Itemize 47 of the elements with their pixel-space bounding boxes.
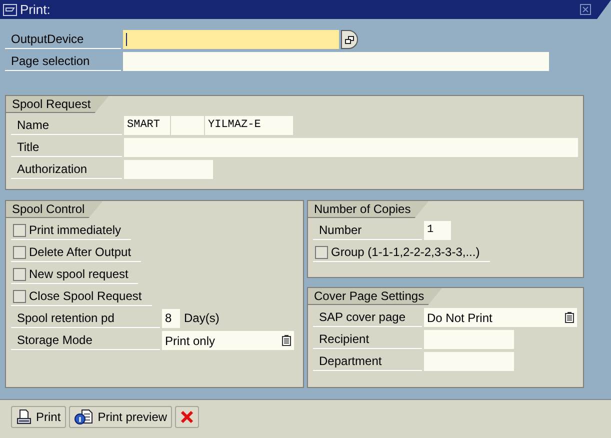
field-label: Page selection: [5, 52, 121, 71]
group-title: Number of Copies: [308, 201, 429, 218]
print-button[interactable]: Print: [11, 406, 66, 428]
input-field[interactable]: 1: [424, 221, 451, 240]
field-label: Storage Mode: [11, 331, 160, 350]
checkbox[interactable]: Group (1-1-1,2-2-2,3-3-3,...): [313, 243, 490, 262]
field-label: Authorization: [11, 160, 122, 179]
group-title: Cover Page Settings: [308, 288, 442, 305]
field-label: Name: [11, 116, 122, 135]
checkbox[interactable]: Close Spool Request: [11, 287, 152, 306]
field-label: Department: [313, 352, 422, 371]
input-field[interactable]: [124, 138, 578, 157]
group-title: Spool Control: [6, 201, 103, 218]
preview-button[interactable]: Print preview: [68, 406, 172, 428]
window-title: Print:: [20, 0, 50, 19]
dropdown[interactable]: Print only: [162, 331, 294, 350]
windows-icon: [345, 36, 354, 44]
input-field[interactable]: YILMAZ-E: [205, 116, 293, 135]
field-label: Spool retention pd: [11, 309, 160, 328]
field-label: Recipient: [313, 330, 422, 349]
group-title: Spool Request: [6, 96, 109, 113]
cancel-icon: [180, 410, 194, 424]
list-icon: [282, 335, 291, 346]
printer-icon: [16, 409, 32, 425]
input-field[interactable]: 8: [162, 309, 180, 328]
checkbox[interactable]: New spool request: [11, 265, 138, 284]
input-field[interactable]: [424, 352, 514, 371]
input-field[interactable]: [124, 160, 213, 179]
field-label: SAP cover page: [313, 308, 422, 327]
unit-label: Day(s): [183, 310, 220, 327]
input-field[interactable]: [123, 30, 339, 49]
list-icon: [565, 312, 574, 323]
lookup-button[interactable]: [341, 30, 358, 49]
field-label: Number: [313, 221, 422, 240]
input-field[interactable]: [123, 52, 549, 71]
checkbox[interactable]: Print immediately: [11, 221, 132, 240]
print-window-icon: [3, 4, 17, 16]
checkbox[interactable]: Delete After Output: [11, 243, 142, 262]
field-label: OutputDevice: [5, 30, 121, 49]
cancel-button[interactable]: [175, 406, 200, 428]
close-icon[interactable]: [580, 4, 591, 15]
dropdown[interactable]: Do Not Print: [424, 308, 577, 327]
input-field[interactable]: SMART: [124, 116, 170, 135]
input-field[interactable]: [171, 116, 204, 135]
field-label: Title: [11, 138, 122, 157]
input-field[interactable]: [424, 330, 514, 349]
preview-icon: [74, 408, 94, 426]
